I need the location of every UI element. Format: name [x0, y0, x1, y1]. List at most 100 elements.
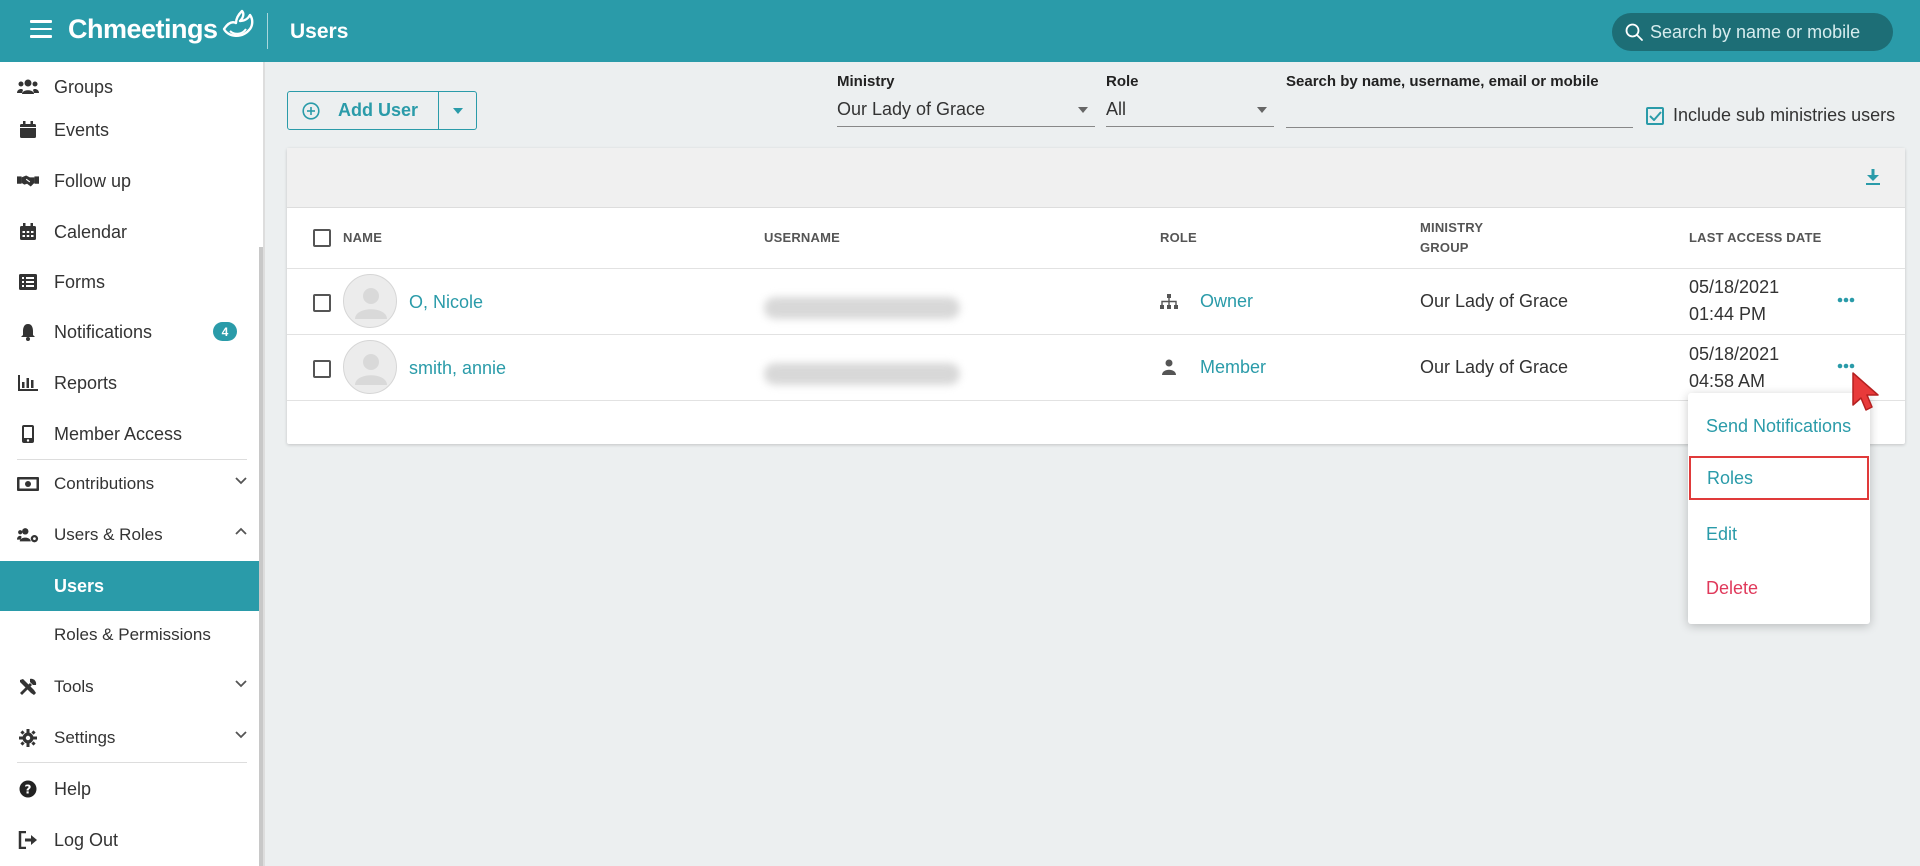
sidebar-divider: [17, 762, 247, 763]
table-toolbar: [287, 148, 1905, 208]
sidebar-divider: [17, 459, 247, 460]
role-link[interactable]: Member: [1200, 357, 1266, 378]
include-sub-ministries-checkbox[interactable]: Include sub ministries users: [1646, 105, 1895, 126]
sidebar-item-label: Member Access: [54, 423, 183, 444]
sidebar-item-label: Events: [54, 119, 110, 140]
top-bar: Chmeetings Users: [0, 0, 1920, 62]
plus-circle-icon: [302, 101, 320, 120]
sidebar-item-label: Settings: [54, 728, 116, 747]
last-access-time-cell: 04:58 AM: [1689, 371, 1766, 391]
ministry-select-value: Our Lady of Grace: [837, 99, 986, 119]
user-icon: [1162, 359, 1176, 375]
more-options-icon[interactable]: [1837, 363, 1855, 369]
notifications-count-badge: 4: [213, 322, 237, 341]
sidebar-item-label: Notifications: [54, 321, 153, 342]
calendar-icon: [17, 221, 39, 243]
gear-icon: [17, 727, 39, 749]
mouse-pointer-icon: [1852, 372, 1879, 411]
sidebar-item-settings[interactable]: Settings: [0, 715, 263, 761]
last-access-date-cell: 05/18/2021: [1689, 344, 1780, 364]
brand-logo[interactable]: Chmeetings: [68, 9, 256, 45]
column-header-last-access-date[interactable]: LAST ACCESS DATE: [1689, 228, 1821, 248]
sidebar-item-forms[interactable]: Forms: [0, 259, 263, 305]
row-actions-menu: Send Notifications Roles Edit Delete: [1688, 393, 1870, 624]
role-select[interactable]: All: [1106, 93, 1274, 127]
sidebar-item-follow-up[interactable]: Follow up: [0, 158, 263, 204]
handshake-icon: [17, 170, 39, 192]
column-header-ministry-line1: MINISTRY: [1420, 220, 1484, 235]
menu-item-delete[interactable]: Delete: [1688, 566, 1870, 610]
sidebar: Groups Events Follow up Calendar Forms N…: [0, 62, 265, 866]
caret-down-icon: [452, 107, 463, 114]
sidebar-item-member-access[interactable]: Member Access: [0, 411, 263, 457]
sidebar-item-users-roles[interactable]: Users & Roles: [0, 512, 263, 558]
avatar: [343, 274, 397, 328]
menu-item-send-notifications[interactable]: Send Notifications: [1688, 404, 1870, 448]
avatar: [343, 340, 397, 394]
caret-down-icon: [1257, 107, 1267, 113]
global-search-input[interactable]: [1650, 21, 1890, 43]
more-options-icon[interactable]: [1837, 297, 1855, 303]
select-all-checkbox[interactable]: [313, 229, 331, 247]
role-select-value: All: [1106, 99, 1127, 119]
sidebar-item-notifications[interactable]: Notifications 4: [0, 309, 263, 355]
sidebar-item-label: Follow up: [54, 170, 132, 191]
sidebar-item-reports[interactable]: Reports: [0, 360, 263, 406]
sidebar-item-log-out[interactable]: Log Out: [0, 817, 263, 863]
sidebar-item-tools[interactable]: Tools: [0, 664, 263, 710]
mobile-icon: [17, 423, 39, 445]
menu-item-edit[interactable]: Edit: [1688, 512, 1870, 556]
sidebar-item-label: Users: [54, 575, 105, 596]
svg-text:?: ?: [25, 783, 32, 797]
help-icon: ?: [17, 778, 39, 800]
column-header-username[interactable]: USERNAME: [764, 228, 840, 248]
menu-item-roles[interactable]: Roles: [1689, 456, 1869, 500]
role-link[interactable]: Owner: [1200, 291, 1253, 312]
user-search-input[interactable]: [1286, 94, 1633, 128]
sidebar-item-label: Users & Roles: [54, 525, 163, 544]
row-checkbox[interactable]: [313, 360, 331, 378]
row-checkbox[interactable]: [313, 294, 331, 312]
column-header-name[interactable]: NAME: [343, 228, 382, 248]
sidebar-item-label: Roles & Permissions: [54, 625, 211, 644]
sidebar-item-label: Forms: [54, 271, 105, 292]
add-user-button[interactable]: Add User: [288, 92, 439, 129]
user-name-link[interactable]: smith, annie: [409, 358, 506, 379]
hamburger-menu-icon[interactable]: [30, 20, 52, 40]
users-table-card: NAME USERNAME ROLE MINISTRY GROUP LAST A…: [287, 148, 1905, 444]
sidebar-item-label: Reports: [54, 372, 118, 393]
global-search[interactable]: [1612, 13, 1893, 51]
chevron-down-icon: [235, 477, 247, 485]
sidebar-scrollbar[interactable]: [259, 247, 263, 866]
download-icon[interactable]: [1866, 169, 1880, 185]
groups-icon: [17, 76, 39, 98]
sidebar-item-users[interactable]: Users: [0, 561, 263, 611]
sidebar-item-help[interactable]: ? Help: [0, 766, 263, 812]
add-user-dropdown-toggle[interactable]: [439, 92, 476, 129]
row-divider: [287, 400, 1905, 401]
events-icon: [17, 119, 39, 141]
sidebar-item-label: Groups: [54, 76, 114, 97]
column-header-ministry[interactable]: MINISTRY GROUP: [1420, 218, 1483, 258]
sidebar-item-calendar[interactable]: Calendar: [0, 209, 263, 255]
sidebar-item-contributions[interactable]: Contributions: [0, 461, 263, 507]
caret-down-icon: [1078, 107, 1088, 113]
ministry-select[interactable]: Our Lady of Grace: [837, 93, 1095, 127]
last-access-date-cell: 05/18/2021: [1689, 277, 1780, 297]
header-divider: [267, 13, 268, 49]
hierarchy-icon: [1160, 294, 1178, 309]
column-header-role[interactable]: ROLE: [1160, 228, 1197, 248]
user-search-label: Search by name, username, email or mobil…: [1286, 73, 1599, 90]
add-user-split-button: Add User: [287, 91, 477, 130]
row-divider: [287, 268, 1905, 269]
role-filter-label: Role: [1106, 73, 1139, 90]
logout-icon: [17, 829, 39, 851]
ministry-cell: Our Lady of Grace: [1420, 291, 1569, 311]
sidebar-item-roles-permissions[interactable]: Roles & Permissions: [0, 612, 263, 658]
sidebar-item-groups[interactable]: Groups: [0, 64, 263, 110]
sidebar-item-events[interactable]: Events: [0, 107, 263, 153]
sidebar-item-label: Help: [54, 778, 92, 799]
chevron-down-icon: [235, 680, 247, 688]
users-cog-icon: [17, 524, 39, 546]
user-name-link[interactable]: O, Nicole: [409, 292, 483, 313]
